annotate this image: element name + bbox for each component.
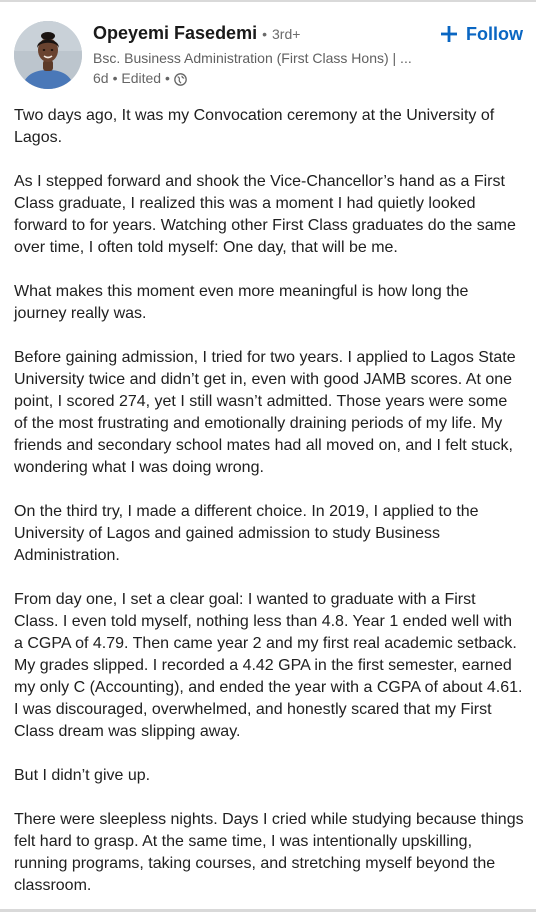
post-header: Opeyemi Fasedemi • 3rd+ Bsc. Business Ad… (0, 0, 536, 95)
author-headline: Bsc. Business Administration (First Clas… (93, 50, 412, 66)
connection-degree: 3rd+ (272, 26, 301, 42)
follow-label: Follow (466, 23, 523, 44)
avatar-photo (14, 21, 82, 89)
edited-label: • Edited • (112, 70, 170, 86)
post-paragraph: As I stepped forward and shook the Vice-… (14, 173, 516, 256)
plus-icon (440, 25, 458, 43)
degree-separator: • (262, 26, 267, 42)
author-name[interactable]: Opeyemi Fasedemi (93, 23, 257, 43)
post-paragraph: From day one, I set a clear goal: I want… (14, 591, 523, 740)
post-paragraph: Before gaining admission, I tried for tw… (14, 349, 516, 476)
globe-icon (174, 72, 187, 86)
post-paragraph: There were sleepless nights. Days I crie… (14, 811, 524, 894)
post-time: 6d (93, 70, 109, 86)
follow-button[interactable]: Follow (440, 20, 523, 48)
post-text: Two days ago, It was my Convocation cere… (14, 105, 524, 919)
post-meta: 6d • Edited • (93, 69, 423, 88)
avatar[interactable] (14, 21, 82, 89)
author-name-line: Opeyemi Fasedemi • 3rd+ (93, 22, 423, 45)
author-info: Opeyemi Fasedemi • 3rd+ Bsc. Business Ad… (93, 22, 423, 88)
post-paragraph: Two days ago, It was my Convocation cere… (14, 107, 495, 146)
post-paragraph: But I didn’t give up. (14, 767, 151, 784)
post-paragraph: What makes this moment even more meaning… (14, 283, 469, 322)
post-paragraph: On the third try, I made a different cho… (14, 503, 479, 564)
